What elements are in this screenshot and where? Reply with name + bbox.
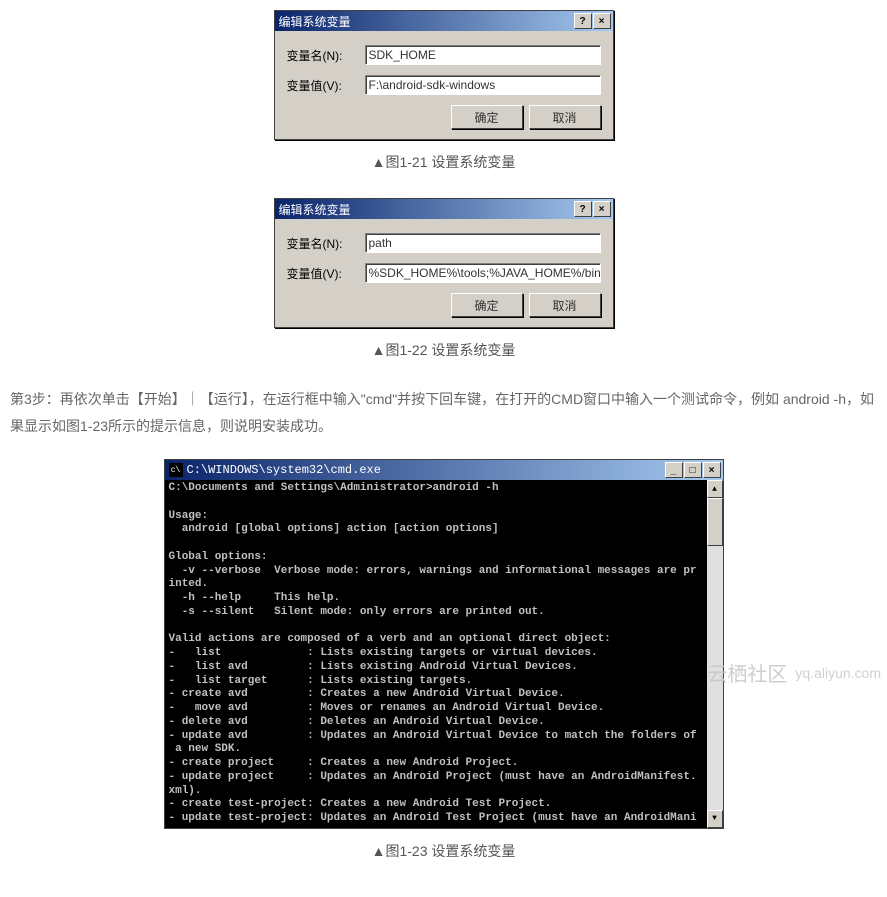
cmd-title: C:\WINDOWS\system32\cmd.exe (187, 463, 381, 477)
edit-env-dialog-2: 编辑系统变量 ? × 变量名(N): path 变量值(V): %SDK_HOM… (274, 198, 614, 328)
dialog1-title: 编辑系统变量 (279, 13, 351, 30)
close-icon[interactable]: × (593, 13, 611, 29)
var-value-input[interactable]: F:\android-sdk-windows (365, 75, 601, 95)
cancel-button[interactable]: 取消 (529, 105, 601, 129)
dialog2-title: 编辑系统变量 (279, 201, 351, 218)
help-icon[interactable]: ? (574, 201, 592, 217)
var-value-label: 变量值(V): (287, 265, 365, 282)
dialog2-titlebar[interactable]: 编辑系统变量 ? × (275, 199, 613, 219)
cmd-window: c\ C:\WINDOWS\system32\cmd.exe _ □ × C:\… (164, 459, 724, 829)
cmd-prompt-icon: c\ (169, 463, 183, 477)
help-icon[interactable]: ? (574, 13, 592, 29)
dialog1-titlebar[interactable]: 编辑系统变量 ? × (275, 11, 613, 31)
var-name-input[interactable]: SDK_HOME (365, 45, 601, 65)
step3-paragraph: 第3步：再依次单击【开始】｜【运行】，在运行框中输入"cmd"并按下回车键，在打… (10, 386, 877, 439)
figure-caption-2: ▲图1-22 设置系统变量 (10, 340, 877, 360)
minimize-icon[interactable]: _ (665, 462, 683, 478)
cmd-output[interactable]: C:\Documents and Settings\Administrator>… (165, 480, 707, 828)
var-name-input[interactable]: path (365, 233, 601, 253)
var-value-label: 变量值(V): (287, 77, 365, 94)
var-name-label: 变量名(N): (287, 235, 365, 252)
close-icon[interactable]: × (593, 201, 611, 217)
scroll-down-icon[interactable]: ▼ (707, 810, 723, 828)
ok-button[interactable]: 确定 (451, 293, 523, 317)
cmd-titlebar[interactable]: c\ C:\WINDOWS\system32\cmd.exe _ □ × (165, 460, 723, 480)
cmd-scrollbar[interactable]: ▲ ▼ (707, 480, 723, 828)
var-value-input[interactable]: %SDK_HOME%\tools;%JAVA_HOME%/bin;C:\ (365, 263, 601, 283)
scroll-thumb[interactable] (707, 498, 723, 546)
ok-button[interactable]: 确定 (451, 105, 523, 129)
var-name-label: 变量名(N): (287, 47, 365, 64)
maximize-icon[interactable]: □ (684, 462, 702, 478)
edit-env-dialog-1: 编辑系统变量 ? × 变量名(N): SDK_HOME 变量值(V): F:\a… (274, 10, 614, 140)
figure-caption-1: ▲图1-21 设置系统变量 (10, 152, 877, 172)
figure-caption-3: ▲图1-23 设置系统变量 (10, 841, 877, 861)
cancel-button[interactable]: 取消 (529, 293, 601, 317)
scroll-up-icon[interactable]: ▲ (707, 480, 723, 498)
scroll-track[interactable] (707, 498, 723, 810)
close-icon[interactable]: × (703, 462, 721, 478)
